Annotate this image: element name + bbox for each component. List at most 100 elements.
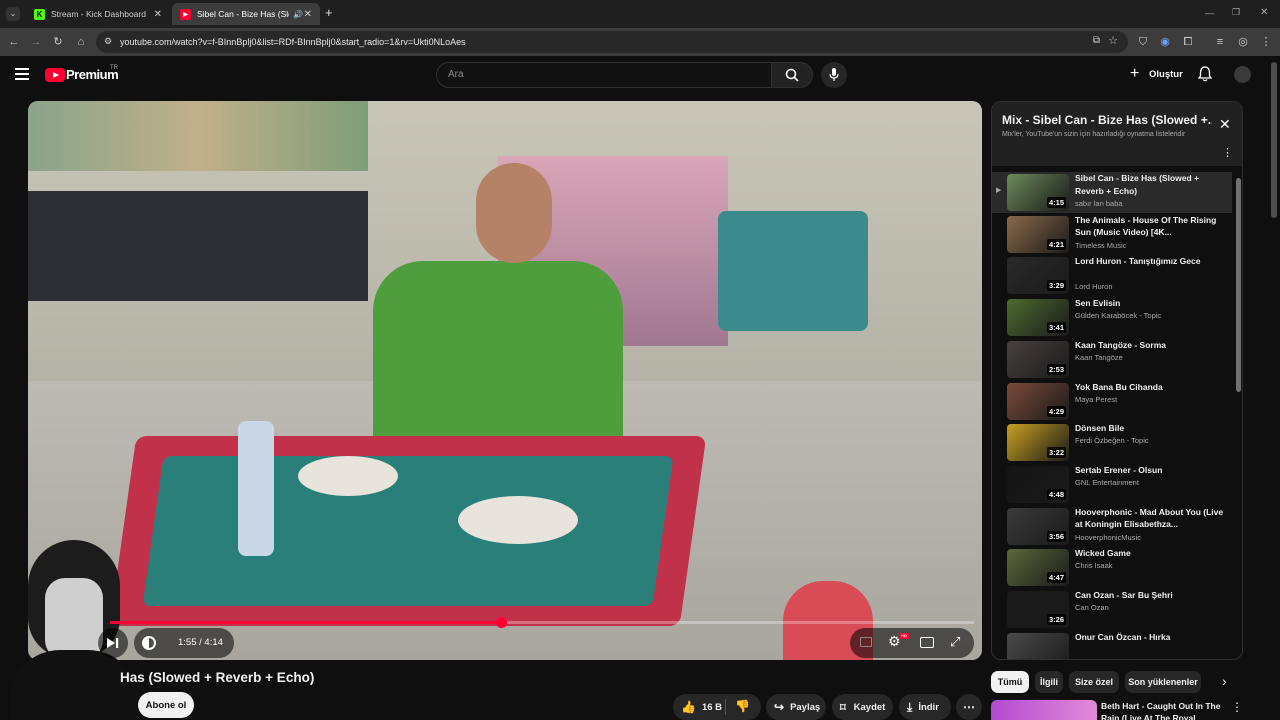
like-count[interactable]: 16 B (702, 702, 722, 713)
playlist-item[interactable]: Onur Can Özcan - Hırka (992, 631, 1232, 659)
site-info-icon[interactable]: ⚙ (104, 36, 112, 47)
create-plus-icon[interactable]: + (1130, 66, 1139, 82)
playlist-item-channel: Chris Isaak (1075, 561, 1113, 571)
playlist-thumbnail[interactable]: 3:41 (1007, 299, 1069, 337)
chip-for-you[interactable]: Size özel (1069, 671, 1119, 693)
playlist-thumbnail[interactable]: 3:29 (1007, 257, 1069, 295)
playlist-item[interactable]: 4:48 Sertab Erener - Olsun GNL Entertainme… (992, 464, 1232, 505)
playlist-item[interactable]: 4:47 Wicked Game Chris Isaak (992, 547, 1232, 588)
save-button[interactable]: ⌑ Kaydet (832, 694, 893, 720)
video-frame-kiosk (718, 211, 868, 331)
playlist-thumbnail[interactable]: 4:48 (1007, 465, 1069, 503)
media-controls-icon[interactable]: ≡ (1212, 34, 1228, 50)
playlist-item[interactable]: 4:21 The Animals - House Of The Rising Su… (992, 214, 1232, 255)
bookmark-star-icon[interactable]: ☆ (1108, 34, 1118, 47)
share-label: Paylaş (790, 701, 821, 713)
playlist-item[interactable]: 3:56 Hooverphonic - Mad About You (Live a… (992, 506, 1232, 547)
playlist-item[interactable]: 3:22 Dönsen Bile Ferdi Özbeğen - Topic (992, 422, 1232, 463)
tab-title: Stream - Kick Dashboard (51, 9, 146, 19)
video-progress-scrubber[interactable] (495, 617, 507, 628)
download-button[interactable]: ⤓ İndir (899, 694, 951, 720)
playlist-item-title: Yok Bana Bu Cihanda (1075, 381, 1163, 392)
back-icon[interactable]: ← (6, 34, 22, 50)
playlist-thumbnail[interactable]: 3:22 (1007, 424, 1069, 462)
playlist-thumbnail[interactable]: 2:53 (1007, 340, 1069, 378)
close-tab-icon[interactable]: ✕ (304, 9, 312, 20)
playlist-item[interactable]: ▶ 4:15 Sibel Can - Bize Has (Slowed + Reve… (992, 172, 1232, 213)
chip-related[interactable]: İlgili (1035, 671, 1063, 693)
volume-icon[interactable] (142, 636, 156, 650)
share-button[interactable]: ↪ Paylaş (766, 694, 826, 720)
notifications-bell-icon[interactable] (1197, 66, 1214, 83)
search-icon (785, 68, 799, 82)
playlist-item[interactable]: 3:26 Can Ozan - Sar Bu Şehri Can Ozan (992, 589, 1232, 630)
profile-icon[interactable]: ◎ (1235, 34, 1251, 50)
playlist-item[interactable]: 3:41 Sen Evlisin Gülden Karaböcek - Topic (992, 297, 1232, 338)
playlist-thumbnail[interactable]: 3:26 (1007, 591, 1069, 628)
playlist-thumbnail[interactable]: 4:47 (1007, 549, 1069, 587)
playlist-thumbnail[interactable] (1007, 632, 1069, 659)
close-icon[interactable]: ✕ (1219, 116, 1231, 133)
playlist-thumbnail[interactable]: 3:56 (1007, 507, 1069, 545)
shield-icon[interactable]: ⛉ (1135, 34, 1151, 50)
video-player[interactable] (28, 101, 982, 660)
reload-icon[interactable]: ↻ (50, 34, 66, 50)
playlist-thumbnail[interactable]: 4:15 (1007, 174, 1069, 211)
theater-mode-icon[interactable] (920, 637, 934, 648)
like-icon[interactable]: 👍 (681, 700, 696, 714)
minimize-icon[interactable]: — (1205, 8, 1214, 18)
search-input[interactable]: Ara (436, 62, 772, 88)
subscribe-button[interactable]: Abone ol (138, 692, 194, 718)
page-scrollbar[interactable] (1271, 62, 1277, 218)
dislike-icon[interactable]: 👎 (735, 699, 750, 713)
video-progress-bar[interactable] (110, 617, 974, 628)
tab-search-icon[interactable]: ⌄ (6, 7, 20, 21)
duration-badge: 2:53 (1046, 363, 1066, 375)
playlist-scrollbar[interactable] (1236, 178, 1241, 392)
install-icon[interactable]: ⧉ (1093, 35, 1100, 46)
subtitles-icon[interactable] (860, 637, 872, 647)
related-thumbnail[interactable] (991, 700, 1097, 720)
playlist-thumbnail[interactable]: 4:21 (1007, 215, 1069, 253)
playlist-title[interactable]: Mix - Sibel Can - Bize Has (Slowed +... (1002, 113, 1212, 127)
playlist-item-channel: Timeless Music (1075, 240, 1127, 250)
close-tab-icon[interactable]: ✕ (154, 9, 162, 20)
playlist-item[interactable]: 4:29 Yok Bana Bu Cihanda Maya Perest (992, 381, 1232, 422)
duration-badge: 4:47 (1046, 572, 1066, 584)
window-close-icon[interactable]: ✕ (1260, 7, 1268, 18)
youtube-logo-icon[interactable] (45, 68, 65, 82)
speaker-icon[interactable]: 🔊 (293, 10, 303, 19)
create-button[interactable]: Oluştur (1149, 69, 1183, 80)
avatar[interactable] (1234, 66, 1251, 83)
chip-recent[interactable]: Son yüklenenler (1125, 671, 1201, 693)
chip-all[interactable]: Tümü (991, 671, 1029, 693)
search-button[interactable] (771, 62, 813, 88)
related-more-icon[interactable]: ⋮ (1231, 700, 1243, 714)
related-title[interactable]: Beth Hart - Caught Out In The Rain (Live… (1101, 700, 1225, 720)
video-frame-counter (28, 191, 368, 301)
browser-toolbar: ← → ↻ ⌂ ⚙ youtube.com/watch?v=f-BInnBplj… (0, 28, 1280, 56)
fullscreen-icon[interactable]: ⤢ (950, 634, 960, 650)
playlist-item[interactable]: 2:53 Kaan Tangöze - Sorma Kaan Tangöze (992, 339, 1232, 380)
home-icon[interactable]: ⌂ (73, 34, 89, 50)
new-tab-button[interactable]: + (325, 5, 339, 23)
playlist-menu-dots-icon[interactable]: ⋮ (1222, 146, 1233, 159)
forward-icon[interactable]: → (28, 34, 44, 50)
tab-kick-dashboard[interactable]: K Stream - Kick Dashboard ✕ (26, 3, 170, 25)
duration-badge: 3:56 (1046, 530, 1066, 542)
playlist-item-channel: sabır lan baba (1075, 199, 1123, 208)
voice-search-button[interactable] (821, 62, 847, 88)
menu-dots-icon[interactable]: ⋮ (1258, 34, 1274, 50)
tab-youtube[interactable]: ▶ Sibel Can - Bize Has (Slowe 🔊 ✕ (172, 3, 320, 25)
next-button[interactable] (98, 628, 128, 658)
address-bar[interactable]: ⚙ youtube.com/watch?v=f-BInnBplj0&list=R… (96, 31, 1128, 53)
extension-audio-icon[interactable]: ◉ (1157, 34, 1173, 50)
chevron-right-icon[interactable]: › (1222, 673, 1227, 689)
maximize-icon[interactable]: ❐ (1232, 7, 1240, 18)
video-frame-shop (28, 101, 368, 171)
menu-hamburger-icon[interactable] (15, 68, 29, 80)
playlist-thumbnail[interactable]: 4:29 (1007, 382, 1069, 420)
extensions-icon[interactable]: ⧠ (1180, 34, 1196, 50)
more-actions-icon[interactable]: ⋯ (956, 694, 982, 720)
playlist-item[interactable]: 3:29 Lord Huron - Tanıştığımız Gece Lord H… (992, 255, 1232, 296)
